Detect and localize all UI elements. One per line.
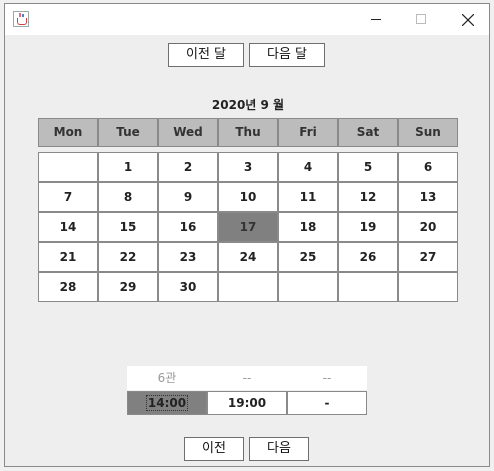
empty-day-cell <box>338 272 398 302</box>
day-cell[interactable]: 30 <box>158 272 218 302</box>
day-cell[interactable]: 5 <box>338 152 398 182</box>
day-cell[interactable]: 19 <box>338 212 398 242</box>
empty-day-cell <box>398 272 458 302</box>
prev-button[interactable]: 이전 <box>184 437 244 461</box>
day-cell[interactable]: 21 <box>38 242 98 272</box>
showtime-button[interactable]: 19:00 <box>207 391 287 415</box>
weekday-mon: Mon <box>38 118 98 147</box>
title-bar <box>5 4 489 35</box>
day-cell[interactable]: 28 <box>38 272 98 302</box>
weekday-wed: Wed <box>158 118 218 147</box>
showtime-label: - <box>324 396 330 410</box>
prev-month-button[interactable]: 이전 달 <box>168 43 244 67</box>
showtime-label: 19:00 <box>227 396 267 410</box>
showtime-header-cell: -- <box>287 366 367 390</box>
close-icon <box>462 14 474 26</box>
next-button[interactable]: 다음 <box>249 437 309 461</box>
day-cell[interactable]: 24 <box>218 242 278 272</box>
empty-day-cell <box>278 272 338 302</box>
weekday-tue: Tue <box>98 118 158 147</box>
day-cell[interactable]: 9 <box>158 182 218 212</box>
minimize-button[interactable] <box>353 4 399 35</box>
day-cell[interactable]: 10 <box>218 182 278 212</box>
weekday-thu: Thu <box>218 118 278 147</box>
showtime-button[interactable]: 14:00 <box>127 391 207 415</box>
day-cell[interactable]: 6 <box>398 152 458 182</box>
day-cell[interactable]: 18 <box>278 212 338 242</box>
day-cell[interactable]: 12 <box>338 182 398 212</box>
day-cell[interactable]: 27 <box>398 242 458 272</box>
showtime-label: 14:00 <box>145 395 189 411</box>
weekday-sat: Sat <box>338 118 398 147</box>
calendar-window: 이전 달 다음 달 2020년 9 월 Mon Tue Wed Thu Fri Sat Su… <box>4 3 490 467</box>
day-cell[interactable]: 3 <box>218 152 278 182</box>
maximize-icon <box>416 14 426 24</box>
month-title: 2020년 9 월 <box>211 98 285 112</box>
day-cell[interactable]: 14 <box>38 212 98 242</box>
java-app-icon <box>13 11 29 27</box>
day-cell[interactable]: 22 <box>98 242 158 272</box>
day-cell[interactable]: 11 <box>278 182 338 212</box>
day-cell[interactable]: 16 <box>158 212 218 242</box>
day-cell[interactable]: 7 <box>38 182 98 212</box>
empty-day-cell <box>38 152 98 182</box>
minimize-icon <box>371 19 381 20</box>
day-cell[interactable]: 17 <box>218 212 278 242</box>
day-cell[interactable]: 2 <box>158 152 218 182</box>
day-cell[interactable]: 29 <box>98 272 158 302</box>
maximize-button[interactable] <box>399 4 445 35</box>
showtime-button[interactable]: - <box>287 391 367 415</box>
day-cell[interactable]: 26 <box>338 242 398 272</box>
day-cell[interactable]: 23 <box>158 242 218 272</box>
weekday-fri: Fri <box>278 118 338 147</box>
weekday-sun: Sun <box>398 118 458 147</box>
day-cell[interactable]: 25 <box>278 242 338 272</box>
day-cell[interactable]: 8 <box>98 182 158 212</box>
showtime-header-cell: -- <box>207 366 287 390</box>
empty-day-cell <box>218 272 278 302</box>
day-cell[interactable]: 20 <box>398 212 458 242</box>
day-cell[interactable]: 15 <box>98 212 158 242</box>
theater-label: 6관 <box>127 366 207 390</box>
day-cell[interactable]: 1 <box>98 152 158 182</box>
day-cell[interactable]: 13 <box>398 182 458 212</box>
close-button[interactable] <box>445 4 491 35</box>
day-cell[interactable]: 4 <box>278 152 338 182</box>
next-month-button[interactable]: 다음 달 <box>249 43 325 67</box>
